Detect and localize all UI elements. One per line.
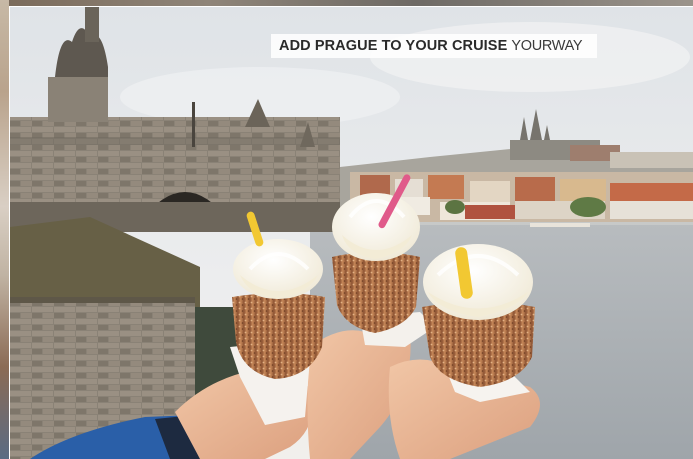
headline-title: ADD PRAGUE TO YOUR CRUISE: [279, 38, 508, 54]
headline-banner: ADD PRAGUE TO YOUR CRUISE YOURWAY: [271, 34, 597, 58]
headline-brand-wordmark: YOURWAY: [511, 38, 583, 54]
hero-photo: [10, 7, 693, 459]
adjacent-photo-strip-left: [0, 0, 9, 459]
trdelnik-cone-right: [422, 244, 535, 387]
prague-scene: [10, 7, 693, 459]
adjacent-photo-strip-top: [0, 0, 693, 6]
